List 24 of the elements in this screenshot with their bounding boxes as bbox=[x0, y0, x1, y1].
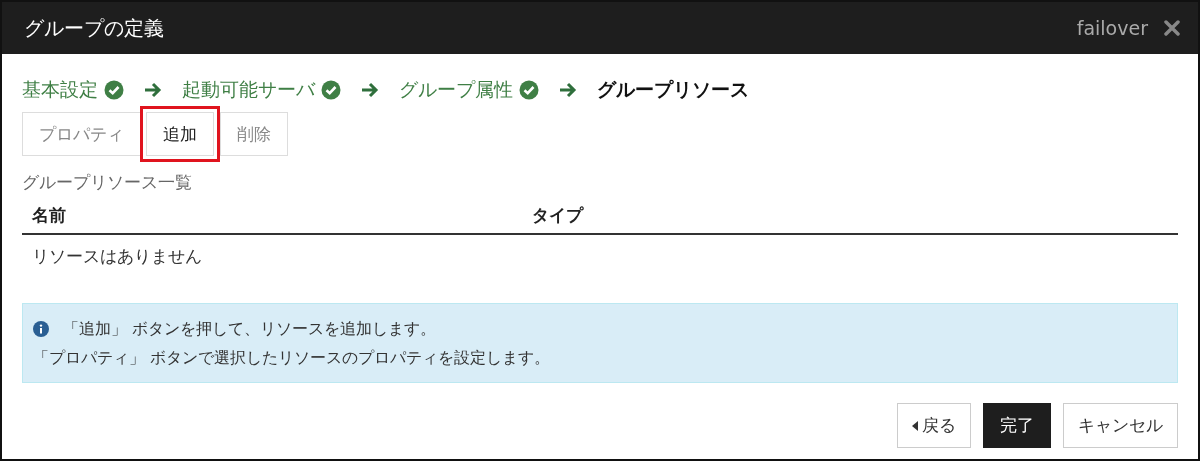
check-circle-icon bbox=[104, 80, 124, 100]
dialog-button[interactable]: キャンセル bbox=[1063, 403, 1178, 448]
info-icon bbox=[33, 320, 49, 337]
arrow-icon bbox=[559, 82, 577, 98]
list-title: グループリソース一覧 bbox=[22, 171, 193, 194]
window-title: グループの定義 bbox=[24, 14, 164, 42]
info-text: 「プロパティ」 ボタンで選択したリソースのプロパティを設定します。 bbox=[33, 347, 551, 369]
column-header: タイプ bbox=[532, 204, 583, 227]
wizard-step: 起動可能サーバ bbox=[182, 77, 315, 103]
column-header: 名前 bbox=[32, 204, 67, 227]
wizard-step: 基本設定 bbox=[22, 77, 98, 103]
dialog-button[interactable]: 戻る bbox=[897, 403, 971, 448]
wizard-step: グループリソース bbox=[597, 77, 749, 103]
arrow-icon bbox=[361, 82, 379, 98]
arrow-icon bbox=[144, 82, 162, 98]
cluster-name: failover bbox=[1076, 17, 1148, 39]
info-text: 「追加」 ボタンを押して、リソースを追加します。 bbox=[63, 318, 437, 340]
caret-left-icon bbox=[912, 420, 918, 431]
dialog-button[interactable]: 完了 bbox=[983, 403, 1051, 448]
check-circle-icon bbox=[321, 80, 341, 100]
wizard-step: グループ属性 bbox=[399, 77, 513, 103]
check-circle-icon bbox=[519, 80, 539, 100]
close-icon[interactable] bbox=[1164, 20, 1180, 36]
empty-message: リソースはありません bbox=[31, 245, 203, 268]
